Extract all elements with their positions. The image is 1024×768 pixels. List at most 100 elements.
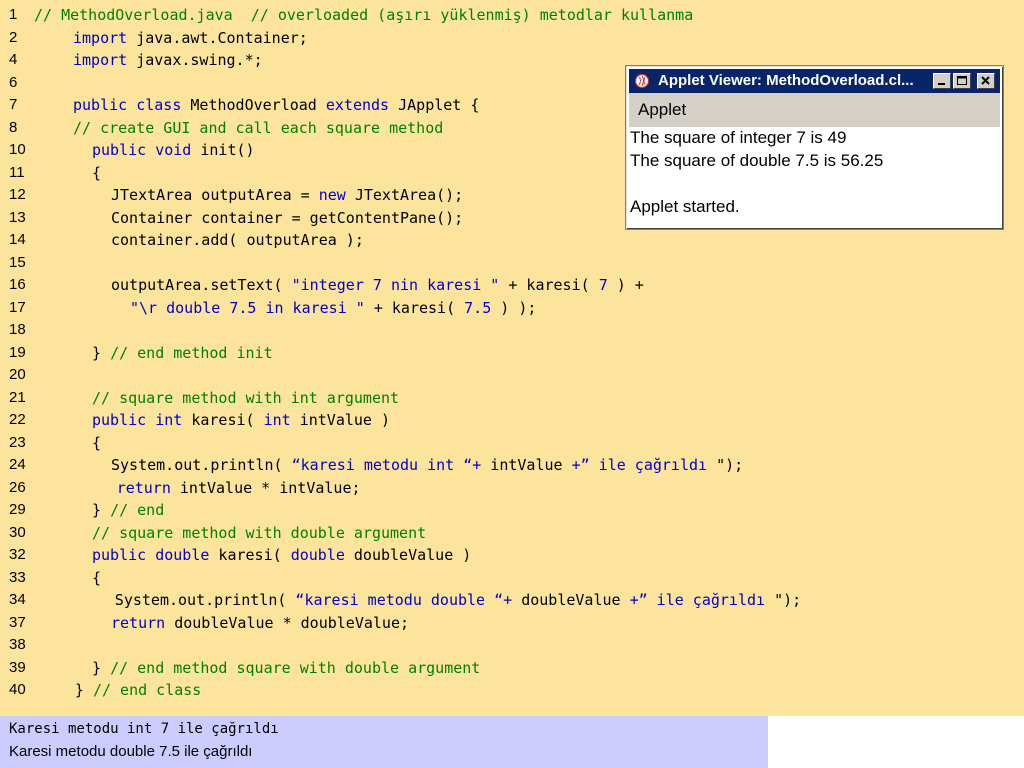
code-line: 17 "\r double 7.5 in karesi " + karesi( 7…	[0, 297, 1024, 320]
slide-background: 1 // MethodOverload.java // overloaded (a…	[0, 0, 1024, 716]
line-number: 39	[9, 658, 26, 676]
code-line: 16 outputArea.setText( "integer 7 nin kar…	[0, 274, 1024, 297]
code-token: java.awt.Container;	[127, 28, 308, 47]
code-token: + karesi(	[364, 298, 465, 317]
code-text: // square method with int argument	[92, 387, 399, 410]
code-text: public int karesi( int intValue )	[92, 409, 390, 432]
window-titlebar[interactable]: Applet Viewer: MethodOverload.cl...	[629, 69, 1000, 93]
code-token: doubleValue	[512, 591, 630, 609]
applet-status-text: Applet started.	[630, 197, 740, 216]
close-icon	[981, 76, 990, 85]
code-text: } // end	[92, 499, 164, 522]
code-token: System.out.println(	[111, 456, 292, 474]
line-number: 22	[9, 411, 26, 428]
output-line: The square of integer 7 is 49	[630, 128, 847, 147]
code-text: Container container = getContentPane();	[111, 207, 463, 230]
code-line: 33 {	[0, 567, 1024, 590]
maximize-button[interactable]	[953, 73, 971, 89]
code-token: intValue	[481, 456, 572, 474]
code-text: System.out.println( “karesi metodu int “…	[111, 454, 743, 477]
code-text: return intValue * intValue;	[117, 477, 361, 500]
line-number: 29	[9, 501, 26, 518]
code-token: outputArea.setText(	[111, 276, 292, 294]
code-token: init()	[191, 141, 255, 159]
code-token: // end class	[92, 681, 202, 699]
code-token: }	[74, 681, 93, 699]
maximize-icon	[957, 76, 967, 85]
code-token: // end method square with double argumen…	[110, 658, 481, 677]
code-line: 34 System.out.println( “karesi metodu dou…	[0, 589, 1024, 612]
code-text: "\r double 7.5 in karesi " + karesi( 7.5…	[130, 297, 536, 320]
code-token: import	[73, 28, 128, 47]
code-text: container.add( outputArea );	[111, 229, 364, 252]
code-text: import java.awt.Container;	[73, 27, 308, 50]
line-number: 24	[9, 456, 26, 473]
code-text: {	[92, 432, 101, 455]
code-text: } // end method init	[92, 342, 273, 365]
applet-viewer-window: Applet Viewer: MethodOverload.cl... Appl…	[625, 65, 1004, 230]
minimize-button[interactable]	[933, 73, 951, 89]
line-number: 16	[9, 276, 26, 293]
code-token: container.add( outputArea );	[111, 231, 364, 249]
code-text: {	[92, 162, 101, 185]
code-token: int	[263, 411, 291, 429]
code-token: ");	[716, 456, 744, 474]
code-token: JTextArea();	[345, 186, 464, 204]
code-token: // MethodOverload.java // overloaded (aş…	[34, 6, 694, 24]
line-number: 32	[9, 546, 26, 563]
code-text: System.out.println( “karesi metodu doubl…	[115, 589, 801, 612]
line-number: 15	[9, 253, 26, 271]
code-token: +” ile çağrıldı	[571, 456, 717, 474]
code-line: 20	[0, 364, 1024, 387]
line-number: 14	[9, 231, 26, 248]
code-token: JTextArea outputArea =	[111, 186, 319, 204]
line-number: 2	[9, 28, 18, 46]
code-token: extends	[325, 96, 390, 114]
code-token: Container container = getContentPane();	[111, 208, 464, 227]
code-token: javax.swing.*;	[127, 51, 263, 69]
line-number: 30	[9, 523, 26, 541]
line-number: 10	[9, 141, 26, 158]
code-line: 30 // square method with double argument	[0, 522, 1024, 545]
code-line: 19} // end method init	[0, 342, 1024, 365]
code-text: // square method with double argument	[92, 522, 426, 545]
code-text: return doubleValue * doubleValue;	[111, 612, 409, 635]
line-number: 26	[9, 478, 26, 496]
code-token: {	[92, 433, 102, 452]
code-line: 32 public double karesi( double doubleVal…	[0, 544, 1024, 567]
code-token: // square method with double argument	[92, 523, 427, 542]
code-text: {	[92, 567, 101, 590]
code-line: 37 return doubleValue * doubleValue;	[0, 612, 1024, 635]
line-number: 11	[9, 163, 25, 181]
line-number: 1	[9, 6, 18, 23]
line-number: 17	[9, 298, 26, 316]
code-token: karesi(	[209, 546, 291, 564]
code-line: 26 return intValue * intValue;	[0, 477, 1024, 500]
code-line: 21 // square method with int argument	[0, 387, 1024, 410]
minimize-icon	[938, 83, 945, 85]
code-text: import javax.swing.*;	[73, 49, 263, 72]
code-line: 2 import java.awt.Container;	[0, 27, 1024, 50]
code-token: double	[290, 546, 345, 564]
line-number: 34	[9, 591, 26, 608]
line-number: 37	[9, 613, 26, 631]
line-number: 8	[9, 118, 18, 136]
code-token: public class	[73, 96, 182, 114]
code-line: 18	[0, 319, 1024, 342]
code-line: 15	[0, 252, 1024, 275]
code-text: } // end class	[75, 679, 201, 702]
line-number: 23	[9, 433, 26, 451]
code-token: return	[111, 613, 166, 632]
code-line: 23 {	[0, 432, 1024, 455]
code-token: 7	[598, 276, 608, 294]
close-button[interactable]	[977, 73, 995, 89]
line-number: 18	[9, 321, 26, 338]
menu-item-applet[interactable]: Applet	[638, 93, 686, 127]
code-token: + karesi(	[499, 276, 599, 294]
code-token: // square method with int argument	[92, 388, 400, 407]
code-token: // create GUI and call each square metho…	[73, 118, 444, 137]
code-text: public class MethodOverload extends JApp…	[73, 94, 479, 117]
line-number: 12	[9, 186, 26, 203]
code-token: "integer 7 nin karesi "	[291, 276, 500, 294]
code-token: {	[92, 568, 102, 587]
